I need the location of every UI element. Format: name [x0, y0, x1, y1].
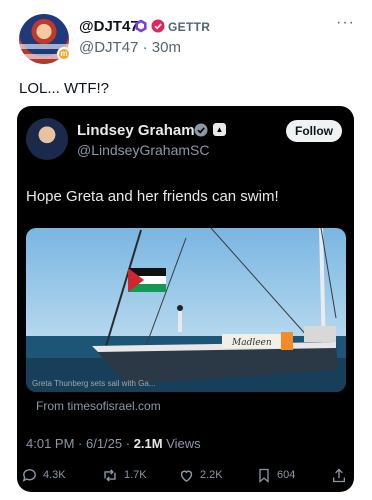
quoted-author-name[interactable]: Lindsey Graham: [77, 122, 195, 139]
reply-button[interactable]: 4.3K: [21, 467, 66, 483]
quoted-text: Hope Greta and her friends can swim!: [26, 188, 279, 205]
quoted-post[interactable]: Lindsey Graham ▲ @LindseyGrahamSC Follow…: [17, 106, 354, 492]
post-text: LOL... WTF!?: [19, 80, 110, 97]
quoted-author-avatar[interactable]: [26, 118, 68, 160]
post-meta: 4:01 PM · 6/1/25 · 2.1M Views: [26, 436, 201, 451]
bookmark-icon: [259, 468, 269, 483]
avatar-badge-icon: m: [57, 47, 71, 61]
reply-count: 4.3K: [43, 469, 66, 481]
post-time: 30m: [151, 39, 181, 56]
views-count: 2.1M: [133, 436, 163, 451]
like-icon: [180, 470, 193, 482]
repost-button[interactable]: 1.7K: [101, 467, 147, 483]
repost-icon: [104, 468, 116, 482]
influencer-badge-icon: [135, 19, 147, 33]
like-button[interactable]: 2.2K: [178, 467, 223, 483]
link-source[interactable]: From timesofisrael.com: [36, 399, 161, 413]
reply-icon: [22, 468, 36, 482]
media-caption: Greta Thunberg sets sail with Ga...: [32, 379, 156, 388]
more-options-icon[interactable]: ···: [336, 14, 355, 32]
repost-count: 1.7K: [124, 469, 147, 481]
verified-badge-icon: [151, 19, 165, 33]
government-badge-icon: ▲: [213, 123, 226, 136]
verified-icon: [194, 123, 208, 137]
quoted-media-image[interactable]: Madleen Greta Thunberg sets sail with Ga…: [26, 228, 346, 392]
boat-name-label: Madleen: [231, 338, 272, 348]
quoted-time: 4:01 PM: [26, 436, 75, 451]
follow-button[interactable]: Follow: [286, 120, 342, 142]
bookmark-count: 604: [277, 469, 296, 481]
like-count: 2.2K: [200, 469, 223, 481]
quoted-date: 6/1/25: [85, 436, 123, 451]
share-icon: [333, 468, 345, 482]
bookmark-button[interactable]: 604: [256, 467, 295, 483]
palestinian-flag: [128, 268, 166, 292]
platform-label: GETTR: [168, 20, 211, 34]
views-label: Views: [166, 436, 201, 451]
share-button[interactable]: [331, 467, 352, 483]
quoted-author-handle: @LindseyGrahamSC: [77, 142, 210, 158]
author-name[interactable]: @DJT47: [79, 18, 139, 35]
gettr-post: m @DJT47 GETTR @DJT47 · 30m ··· LOL... W…: [0, 0, 372, 500]
author-handle: @DJT47 · 30m: [79, 39, 181, 56]
